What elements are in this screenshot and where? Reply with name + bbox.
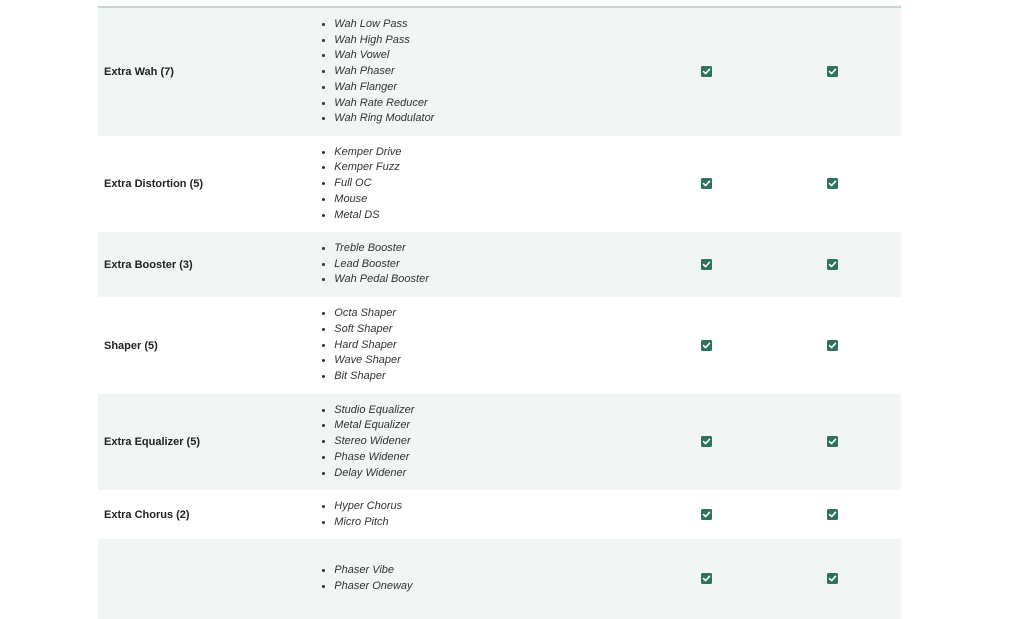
availability-cell — [637, 490, 776, 539]
list-item: Wah Vowel — [334, 48, 637, 64]
list-item: Bit Shaper — [334, 369, 637, 385]
checked-checkbox-icon — [827, 508, 839, 520]
availability-cell — [776, 539, 901, 619]
checked-checkbox-icon — [827, 339, 839, 351]
table-row: Extra Booster (3) Treble Booster Lead Bo… — [98, 232, 901, 297]
list-item: Hyper Chorus — [334, 499, 637, 515]
availability-cell — [776, 394, 901, 490]
effect-list: Wah Low Pass Wah High Pass Wah Vowel Wah… — [308, 9, 637, 135]
list-item: Micro Pitch — [334, 515, 637, 531]
effect-list: Hyper Chorus Micro Pitch — [308, 491, 637, 538]
table-row: Extra Wah (7) Wah Low Pass Wah High Pass… — [98, 8, 901, 136]
list-item: Mouse — [334, 192, 637, 208]
table-row: Extra Chorus (2) Hyper Chorus Micro Pitc… — [98, 490, 901, 539]
checked-checkbox-icon — [701, 436, 713, 448]
checked-checkbox-icon — [701, 178, 713, 190]
effect-list: Phaser Vibe Phaser Oneway — [308, 555, 637, 602]
effect-list-cell: Kemper Drive Kemper Fuzz Full OC Mouse M… — [308, 136, 637, 232]
list-item: Metal Equalizer — [334, 418, 637, 434]
checked-checkbox-icon — [701, 508, 713, 520]
effect-category-name: Extra Booster (3) — [104, 258, 193, 271]
list-item: Wah Rate Reducer — [334, 96, 637, 112]
list-item: Wah Flanger — [334, 80, 637, 96]
list-item: Wah Phaser — [334, 64, 637, 80]
table-row: Phaser Vibe Phaser Oneway — [98, 539, 901, 619]
effect-category-name: Extra Wah (7) — [104, 66, 174, 78]
availability-cell — [637, 136, 776, 232]
checked-checkbox-icon — [827, 573, 839, 585]
list-item: Wah Low Pass — [334, 17, 637, 33]
list-item: Wah Pedal Booster — [334, 272, 637, 288]
list-item: Treble Booster — [334, 241, 637, 257]
availability-cell — [776, 232, 901, 297]
effect-list-cell: Studio Equalizer Metal Equalizer Stereo … — [308, 394, 637, 490]
list-item: Delay Widener — [334, 466, 637, 482]
list-item: Wah High Pass — [334, 33, 637, 49]
effect-category-name: Extra Chorus (2) — [104, 508, 190, 521]
list-item: Stereo Widener — [334, 434, 637, 450]
checked-checkbox-icon — [701, 339, 713, 351]
list-item: Metal DS — [334, 208, 637, 224]
availability-cell — [637, 297, 776, 394]
effect-category-name: Extra Distortion (5) — [104, 178, 204, 190]
effects-comparison-table: Extra Wah (7) Wah Low Pass Wah High Pass… — [98, 6, 901, 619]
checked-checkbox-icon — [827, 178, 839, 190]
effect-list-cell: Hyper Chorus Micro Pitch — [308, 490, 637, 539]
checked-checkbox-icon — [701, 573, 713, 585]
effect-list: Studio Equalizer Metal Equalizer Stereo … — [308, 395, 637, 490]
table-row: Extra Distortion (5) Kemper Drive Kemper… — [98, 136, 901, 232]
availability-cell — [637, 232, 776, 297]
checked-checkbox-icon — [701, 66, 713, 78]
table-row: Shaper (5) Octa Shaper Soft Shaper Hard … — [98, 297, 901, 394]
list-item: Kemper Drive — [334, 145, 637, 161]
checked-checkbox-icon — [827, 436, 839, 448]
list-item: Soft Shaper — [334, 322, 637, 338]
effect-list-cell: Phaser Vibe Phaser Oneway — [308, 539, 637, 619]
effect-category-name — [98, 539, 308, 619]
effect-list-cell: Octa Shaper Soft Shaper Hard Shaper Wave… — [308, 297, 637, 394]
list-item: Phase Widener — [334, 450, 637, 466]
availability-cell — [776, 8, 901, 136]
availability-cell — [776, 297, 901, 394]
list-item: Hard Shaper — [334, 338, 637, 354]
availability-cell — [776, 136, 901, 232]
availability-cell — [637, 394, 776, 490]
effect-list: Kemper Drive Kemper Fuzz Full OC Mouse M… — [308, 137, 637, 232]
effect-list: Octa Shaper Soft Shaper Hard Shaper Wave… — [308, 298, 637, 393]
list-item: Phaser Vibe — [334, 563, 637, 579]
availability-cell — [637, 8, 776, 136]
list-item: Studio Equalizer — [334, 403, 637, 419]
list-item: Wah Ring Modulator — [334, 111, 637, 127]
effect-category-name: Extra Equalizer (5) — [104, 436, 200, 448]
list-item: Lead Booster — [334, 257, 637, 273]
effect-list-cell: Wah Low Pass Wah High Pass Wah Vowel Wah… — [308, 8, 637, 136]
effect-category-name: Shaper (5) — [104, 339, 158, 352]
list-item: Full OC — [334, 176, 637, 192]
checked-checkbox-icon — [827, 258, 839, 270]
checked-checkbox-icon — [701, 258, 713, 270]
availability-cell — [637, 539, 776, 619]
table-row: Extra Equalizer (5) Studio Equalizer Met… — [98, 394, 901, 490]
list-item: Wave Shaper — [334, 353, 637, 369]
availability-cell — [776, 490, 901, 539]
list-item: Kemper Fuzz — [334, 160, 637, 176]
list-item: Phaser Oneway — [334, 579, 637, 595]
effect-list: Treble Booster Lead Booster Wah Pedal Bo… — [308, 233, 637, 296]
effect-list-cell: Treble Booster Lead Booster Wah Pedal Bo… — [308, 232, 637, 297]
checked-checkbox-icon — [827, 66, 839, 78]
list-item: Octa Shaper — [334, 306, 637, 322]
